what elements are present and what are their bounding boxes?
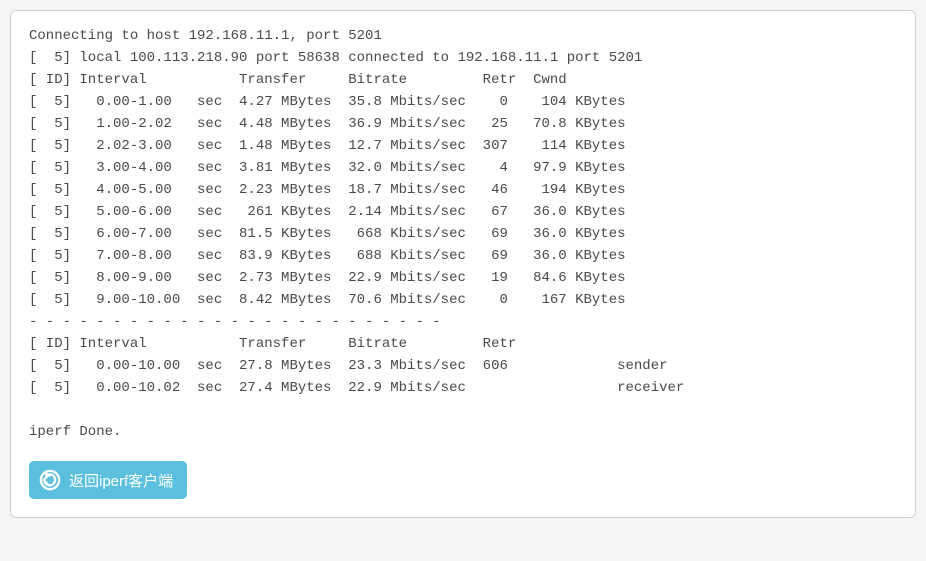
table-row: [ 5] 1.00-2.02 sec 4.48 MBytes 36.9 Mbit…	[29, 116, 626, 132]
summary-row: [ 5] 0.00-10.00 sec 27.8 MBytes 23.3 Mbi…	[29, 358, 668, 374]
back-button[interactable]: 返回iperf客户端	[29, 461, 187, 499]
table-row: [ 5] 4.00-5.00 sec 2.23 MBytes 18.7 Mbit…	[29, 182, 626, 198]
done-line: iperf Done.	[29, 424, 121, 440]
separator-line: - - - - - - - - - - - - - - - - - - - - …	[29, 314, 441, 330]
local-line: [ 5] local 100.113.218.90 port 58638 con…	[29, 50, 642, 66]
output-panel: Connecting to host 192.168.11.1, port 52…	[10, 10, 916, 518]
summary-row: [ 5] 0.00-10.02 sec 27.4 MBytes 22.9 Mbi…	[29, 380, 684, 396]
table-row: [ 5] 3.00-4.00 sec 3.81 MBytes 32.0 Mbit…	[29, 160, 626, 176]
connecting-line: Connecting to host 192.168.11.1, port 52…	[29, 28, 382, 44]
table-row: [ 5] 9.00-10.00 sec 8.42 MBytes 70.6 Mbi…	[29, 292, 626, 308]
summary-header: [ ID] Interval Transfer Bitrate Retr	[29, 336, 516, 352]
table-row: [ 5] 2.02-3.00 sec 1.48 MBytes 12.7 Mbit…	[29, 138, 626, 154]
back-button-label: 返回iperf客户端	[69, 470, 173, 491]
header-line: [ ID] Interval Transfer Bitrate Retr Cwn…	[29, 72, 567, 88]
terminal-output: Connecting to host 192.168.11.1, port 52…	[29, 25, 897, 443]
table-row: [ 5] 6.00-7.00 sec 81.5 KBytes 668 Kbits…	[29, 226, 626, 242]
table-row: [ 5] 5.00-6.00 sec 261 KBytes 2.14 Mbits…	[29, 204, 626, 220]
table-row: [ 5] 0.00-1.00 sec 4.27 MBytes 35.8 Mbit…	[29, 94, 626, 110]
table-row: [ 5] 7.00-8.00 sec 83.9 KBytes 688 Kbits…	[29, 248, 626, 264]
undo-icon	[39, 469, 61, 491]
table-row: [ 5] 8.00-9.00 sec 2.73 MBytes 22.9 Mbit…	[29, 270, 626, 286]
